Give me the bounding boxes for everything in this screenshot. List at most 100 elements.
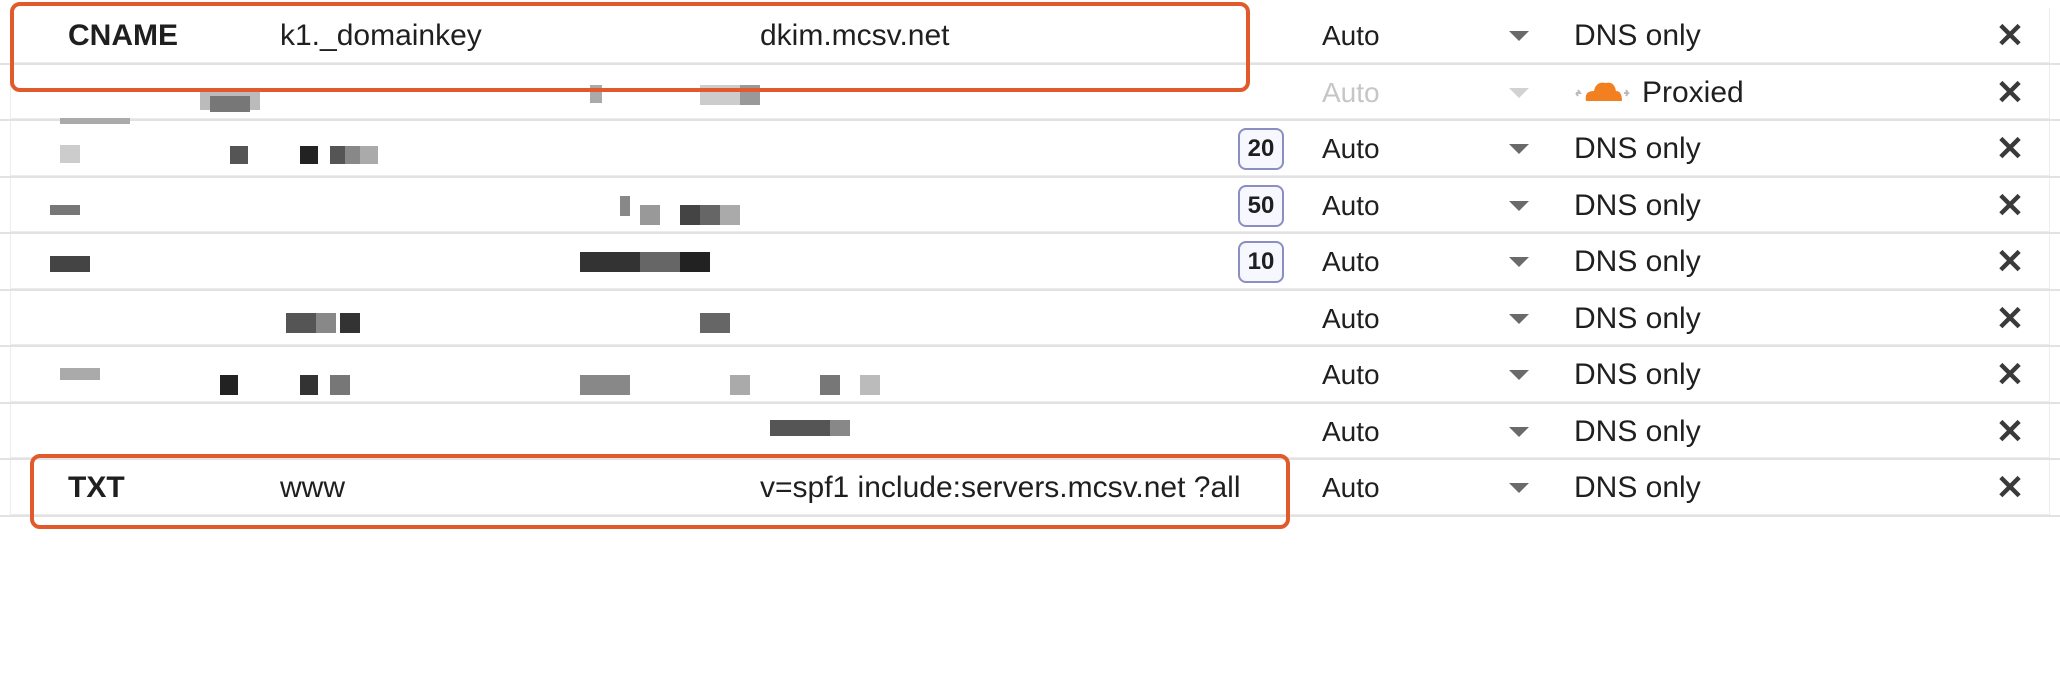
proxy-status[interactable]: DNS only bbox=[1574, 347, 1874, 404]
ttl-dropdown[interactable] bbox=[1504, 178, 1534, 235]
close-icon: ✕ bbox=[1995, 356, 2025, 395]
redacted-block bbox=[60, 118, 130, 124]
ttl-dropdown[interactable] bbox=[1504, 460, 1534, 517]
record-type bbox=[68, 234, 258, 291]
redacted-block bbox=[300, 146, 318, 164]
redacted-block bbox=[640, 205, 660, 225]
caret-down-icon bbox=[1509, 144, 1529, 155]
caret-down-icon bbox=[1509, 31, 1529, 42]
table-row[interactable]: 10 Auto DNS only ✕ bbox=[0, 234, 2060, 291]
redacted-block bbox=[590, 85, 602, 103]
ttl-select[interactable]: Auto bbox=[1322, 65, 1462, 122]
redacted-block bbox=[830, 420, 850, 436]
table-row[interactable]: Auto DNS only ✕ bbox=[0, 403, 2060, 461]
proxy-status[interactable]: DNS only bbox=[1574, 121, 1874, 178]
record-content bbox=[760, 121, 1280, 178]
ttl-select[interactable]: Auto bbox=[1322, 8, 1462, 65]
table-row[interactable]: TXT www v=spf1 include:servers.mcsv.net ?a… bbox=[0, 460, 2060, 517]
redacted-block bbox=[720, 205, 740, 225]
redacted-block bbox=[860, 375, 880, 395]
proxy-status-label: DNS only bbox=[1574, 358, 1701, 392]
ttl-select[interactable]: Auto bbox=[1322, 121, 1462, 178]
caret-down-icon bbox=[1509, 370, 1529, 381]
close-icon: ✕ bbox=[1995, 186, 2025, 225]
caret-down-icon bbox=[1509, 257, 1529, 268]
record-content: v=spf1 include:servers.mcsv.net ?all bbox=[760, 471, 1241, 505]
record-type bbox=[68, 404, 258, 461]
close-icon: ✕ bbox=[1995, 412, 2025, 451]
record-content bbox=[760, 65, 1280, 122]
record-name: www bbox=[280, 471, 345, 505]
proxy-status-label: DNS only bbox=[1574, 19, 1701, 53]
proxy-status-label: DNS only bbox=[1574, 188, 1701, 222]
proxy-status[interactable]: DNS only bbox=[1574, 234, 1874, 291]
redacted-block bbox=[360, 146, 378, 164]
ttl-dropdown[interactable] bbox=[1504, 404, 1534, 461]
priority-cell: 50 bbox=[1236, 178, 1286, 235]
record-content: dkim.mcsv.net bbox=[760, 19, 950, 53]
delete-record-button[interactable]: ✕ bbox=[1990, 8, 2030, 65]
redacted-block bbox=[210, 96, 250, 112]
redacted-block bbox=[580, 375, 630, 395]
ttl-dropdown[interactable] bbox=[1504, 347, 1534, 404]
dns-records-table: CNAME k1._domainkey dkim.mcsv.net Auto DNS o… bbox=[0, 0, 2060, 682]
record-content bbox=[760, 178, 1280, 235]
delete-record-button[interactable]: ✕ bbox=[1990, 178, 2030, 235]
redacted-block bbox=[316, 313, 336, 333]
ttl-select[interactable]: Auto bbox=[1322, 291, 1462, 348]
proxy-status-label: DNS only bbox=[1574, 471, 1701, 505]
record-type: TXT bbox=[68, 471, 125, 505]
proxy-status[interactable]: DNS only bbox=[1574, 178, 1874, 235]
redacted-block bbox=[340, 313, 360, 333]
redacted-block bbox=[700, 85, 740, 105]
caret-down-icon bbox=[1509, 87, 1529, 98]
record-content bbox=[760, 291, 1280, 348]
priority-badge: 50 bbox=[1237, 184, 1285, 227]
proxy-status-label: DNS only bbox=[1574, 245, 1701, 279]
delete-record-button[interactable]: ✕ bbox=[1990, 291, 2030, 348]
ttl-dropdown[interactable] bbox=[1504, 234, 1534, 291]
ttl-dropdown[interactable] bbox=[1504, 291, 1534, 348]
proxy-status[interactable]: DNS only bbox=[1574, 8, 1874, 65]
ttl-select[interactable]: Auto bbox=[1322, 234, 1462, 291]
redacted-block bbox=[620, 196, 630, 216]
close-icon: ✕ bbox=[1995, 469, 2025, 508]
delete-record-button[interactable]: ✕ bbox=[1990, 65, 2030, 122]
ttl-select[interactable]: Auto bbox=[1322, 460, 1462, 517]
proxy-status[interactable]: DNS only bbox=[1574, 404, 1874, 461]
proxy-status[interactable]: Proxied bbox=[1574, 65, 1874, 122]
redacted-block bbox=[330, 375, 350, 395]
delete-record-button[interactable]: ✕ bbox=[1990, 347, 2030, 404]
ttl-select[interactable]: Auto bbox=[1322, 347, 1462, 404]
priority-badge: 10 bbox=[1237, 241, 1285, 284]
redacted-block bbox=[60, 145, 80, 163]
record-name bbox=[280, 404, 720, 461]
ttl-dropdown[interactable] bbox=[1504, 8, 1534, 65]
caret-down-icon bbox=[1509, 200, 1529, 211]
table-row[interactable]: 50 Auto DNS only ✕ bbox=[0, 177, 2060, 235]
redacted-block bbox=[300, 375, 318, 395]
ttl-dropdown[interactable] bbox=[1504, 121, 1534, 178]
priority-cell: 10 bbox=[1236, 234, 1286, 291]
ttl-dropdown[interactable] bbox=[1504, 65, 1534, 122]
record-type bbox=[68, 291, 258, 348]
redacted-block bbox=[60, 368, 100, 380]
ttl-select[interactable]: Auto bbox=[1322, 178, 1462, 235]
proxy-status[interactable]: DNS only bbox=[1574, 291, 1874, 348]
table-row[interactable]: Auto Proxied ✕ bbox=[0, 64, 2060, 122]
proxy-status-label: DNS only bbox=[1574, 132, 1701, 166]
table-row[interactable]: CNAME k1._domainkey dkim.mcsv.net Auto DNS o… bbox=[0, 8, 2060, 65]
delete-record-button[interactable]: ✕ bbox=[1990, 460, 2030, 517]
delete-record-button[interactable]: ✕ bbox=[1990, 404, 2030, 461]
redacted-block bbox=[220, 375, 238, 395]
ttl-select[interactable]: Auto bbox=[1322, 404, 1462, 461]
delete-record-button[interactable]: ✕ bbox=[1990, 121, 2030, 178]
delete-record-button[interactable]: ✕ bbox=[1990, 234, 2030, 291]
redacted-block bbox=[50, 205, 80, 215]
redacted-block bbox=[770, 420, 830, 436]
record-type: CNAME bbox=[68, 19, 178, 53]
proxy-status[interactable]: DNS only bbox=[1574, 460, 1874, 517]
cloud-icon bbox=[1575, 82, 1630, 101]
record-name: k1._domainkey bbox=[280, 19, 482, 53]
caret-down-icon bbox=[1509, 426, 1529, 437]
